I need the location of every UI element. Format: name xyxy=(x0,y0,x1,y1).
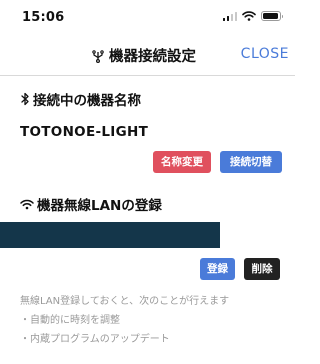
status-icons xyxy=(222,11,283,21)
delete-button[interactable]: 削除 xyxy=(244,258,280,280)
wifi-status-icon xyxy=(242,11,256,21)
ssid-field[interactable] xyxy=(0,222,220,248)
info-text-auto-time: ・自動的に時刻を調整 xyxy=(20,315,120,326)
wifi-icon xyxy=(20,199,34,210)
device-connection-settings-screen: 15:06 機器接続設定 CLOSE 接続中の機器名称 TOTONOE-LIGH… xyxy=(0,0,295,364)
cellular-signal-icon xyxy=(222,11,237,21)
bluetooth-icon xyxy=(20,92,30,106)
header-divider xyxy=(0,75,295,76)
info-text-intro: 無線LAN登録しておくと、次のことが行えます xyxy=(20,296,230,307)
close-button[interactable]: CLOSE xyxy=(241,46,289,62)
wireless-lan-heading-label: 機器無線LANの登録 xyxy=(37,198,162,214)
info-text-firmware-update: ・内蔵プログラムのアップデート xyxy=(20,334,170,345)
usb-icon xyxy=(92,49,104,63)
battery-icon xyxy=(261,11,283,21)
connected-device-heading-label: 接続中の機器名称 xyxy=(33,93,141,109)
register-button[interactable]: 登録 xyxy=(200,258,235,280)
page-title: 機器接続設定 xyxy=(109,49,196,65)
wireless-lan-heading: 機器無線LANの登録 xyxy=(20,194,162,214)
header: 機器接続設定 CLOSE xyxy=(0,38,295,74)
status-time: 15:06 xyxy=(22,10,65,25)
device-name: TOTONOE-LIGHT xyxy=(20,124,149,140)
rename-button[interactable]: 名称変更 xyxy=(153,151,211,173)
status-bar: 15:06 xyxy=(0,0,295,34)
switch-connection-button[interactable]: 接続切替 xyxy=(220,151,282,173)
header-title-group: 機器接続設定 xyxy=(92,45,196,66)
connected-device-heading: 接続中の機器名称 xyxy=(20,89,141,109)
